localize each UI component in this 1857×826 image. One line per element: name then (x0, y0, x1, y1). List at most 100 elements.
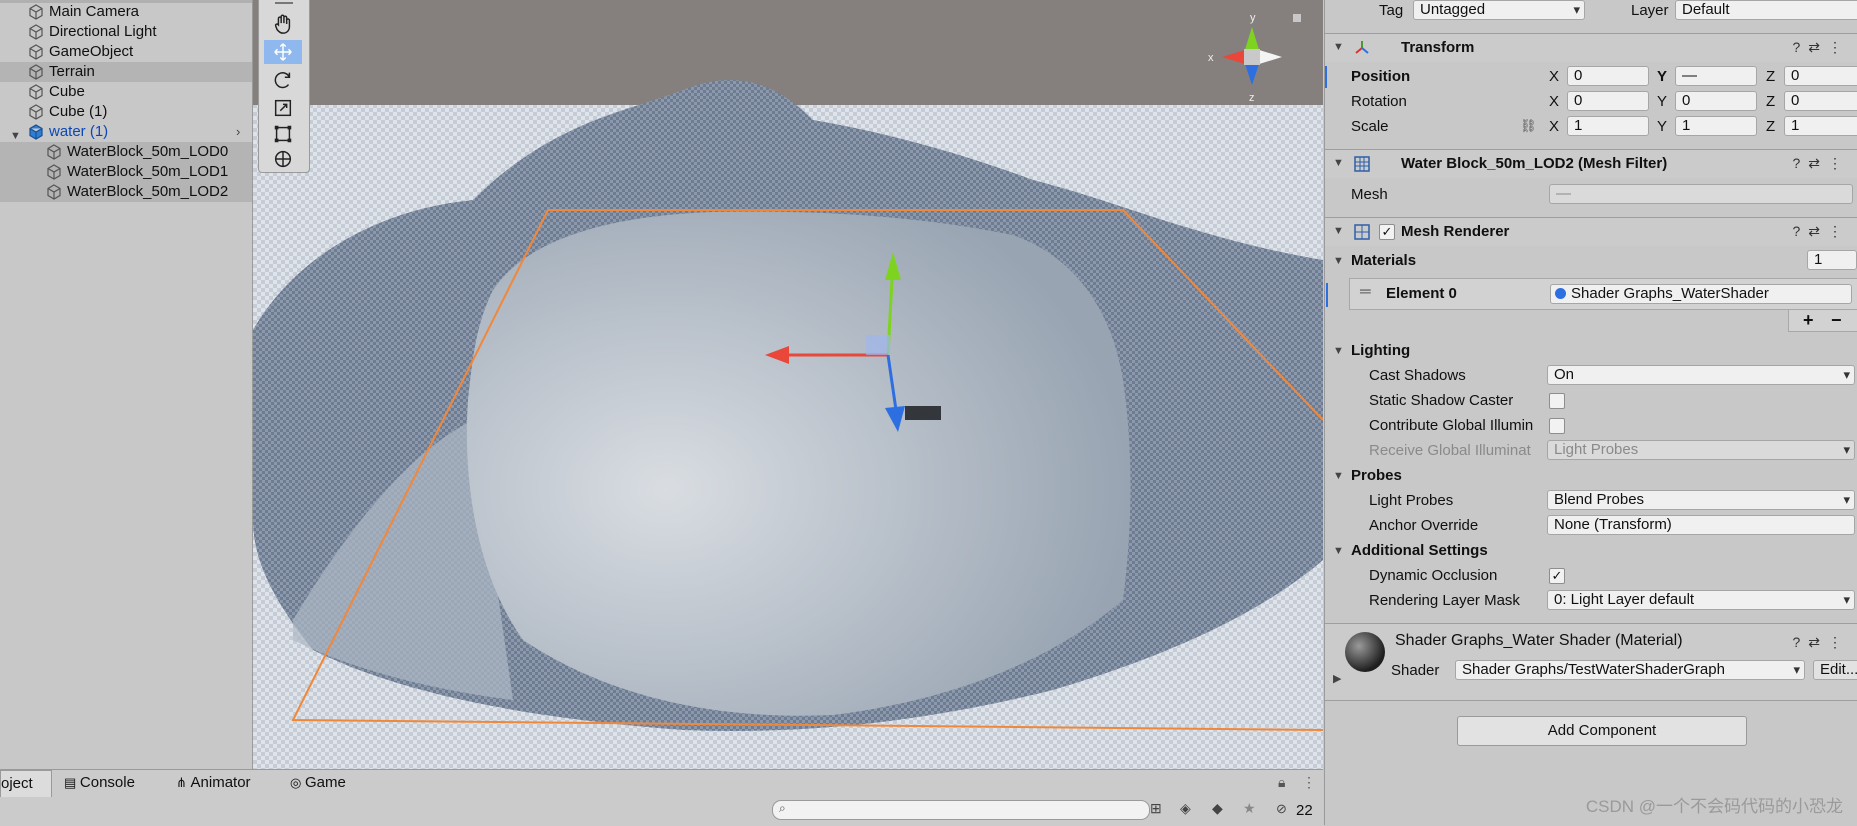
bottom-panel: oject ▤ Console ⋔ Animator ◎ Game 🔒︎ ⋮ ⌕… (0, 769, 1323, 826)
scale-tool[interactable] (264, 96, 302, 120)
rotate-tool[interactable] (264, 68, 302, 92)
panel-menu-icon[interactable]: ⋮ (1302, 774, 1316, 791)
label-icon[interactable]: ◆ (1212, 800, 1223, 817)
hierarchy-item[interactable]: Cube (0, 82, 252, 102)
hierarchy-item[interactable]: WaterBlock_50m_LOD0 (0, 142, 252, 162)
rotation-x-field[interactable]: 0 (1567, 91, 1649, 111)
collapse-triangle-icon[interactable]: ▼ (1333, 41, 1344, 53)
light-probes-label: Light Probes (1369, 492, 1454, 509)
scale-z-label[interactable]: Z (1766, 118, 1775, 135)
element-0-field[interactable]: Shader Graphs_WaterShader (1550, 284, 1852, 304)
component-header-icons[interactable]: ?⇄⋮ (1792, 223, 1850, 240)
search-by-type-icon[interactable]: ⊞ (1150, 800, 1162, 817)
rotation-z-field[interactable]: 0 (1784, 91, 1857, 111)
scene-render[interactable]: y x z (253, 0, 1323, 769)
hand-tool[interactable] (264, 12, 302, 36)
element-0-value: Shader Graphs_WaterShader (1571, 285, 1769, 302)
scale-x-field[interactable]: 1 (1567, 116, 1649, 136)
tag-dropdown[interactable]: Untagged (1413, 0, 1585, 20)
anchor-override-field[interactable]: None (Transform) (1547, 515, 1855, 535)
static-shadow-row: Static Shadow Caster (1325, 390, 1857, 414)
position-z-field[interactable]: 0 (1784, 66, 1857, 86)
tab-animator[interactable]: ⋔ Animator (176, 770, 266, 796)
rotation-y-label[interactable]: Y (1657, 93, 1667, 110)
gizmo-label-z: z (1249, 92, 1255, 104)
mesh-field[interactable]: — (1549, 184, 1853, 204)
favorite-star-icon[interactable]: ★ (1243, 800, 1256, 817)
hierarchy-item[interactable]: GameObject (0, 42, 252, 62)
collapse-triangle-icon[interactable]: ▼ (1333, 157, 1344, 169)
light-probes-dropdown[interactable]: Blend Probes (1547, 490, 1855, 510)
position-x-field[interactable]: 0 (1567, 66, 1649, 86)
tab-console[interactable]: ▤ Console (64, 770, 154, 796)
tab-project[interactable]: oject (0, 770, 52, 797)
rotation-z-label[interactable]: Z (1766, 93, 1775, 110)
hierarchy-item[interactable]: Cube (1) (0, 102, 252, 122)
hierarchy-item[interactable]: WaterBlock_50m_LOD2 (0, 182, 252, 202)
collapse-triangle-icon[interactable]: ▼ (1333, 225, 1344, 237)
rendering-layer-dropdown[interactable]: 0: Light Layer default (1547, 590, 1855, 610)
materials-count-field[interactable]: 1 (1807, 250, 1857, 270)
hierarchy-panel: Main Camera Directional Light GameObject Te… (0, 0, 253, 769)
expand-triangle-icon[interactable]: ▼ (1333, 345, 1344, 357)
mesh-renderer-enabled-checkbox[interactable]: ✓ (1379, 224, 1395, 240)
hierarchy-item[interactable]: ▼ water (1) › (0, 122, 252, 142)
cast-shadows-dropdown[interactable]: On (1547, 365, 1855, 385)
reorder-handle-icon[interactable]: ═ (1360, 283, 1371, 300)
scale-y-label[interactable]: Y (1657, 118, 1667, 135)
dynamic-occlusion-checkbox[interactable]: ✓ (1549, 568, 1565, 584)
position-x-label[interactable]: X (1549, 68, 1559, 85)
hierarchy-item[interactable]: Terrain (0, 62, 252, 82)
probes-foldout[interactable]: ▼ Probes (1325, 465, 1857, 489)
lock-icon[interactable]: 🔒︎ (1278, 774, 1285, 791)
materials-row[interactable]: ▼ Materials 1 (1325, 250, 1857, 274)
add-element-button[interactable]: + (1803, 310, 1814, 331)
lighting-foldout[interactable]: ▼ Lighting (1325, 340, 1857, 364)
position-z-label[interactable]: Z (1766, 68, 1775, 85)
remove-element-button[interactable]: − (1831, 310, 1842, 331)
scale-y-field[interactable]: 1 (1675, 116, 1757, 136)
shader-edit-button[interactable]: Edit... (1813, 660, 1857, 680)
hierarchy-item[interactable]: WaterBlock_50m_LOD1 (0, 162, 252, 182)
overlay-grip[interactable] (275, 2, 293, 4)
additional-settings-foldout[interactable]: ▼ Additional Settings (1325, 540, 1857, 564)
material-title: Shader Graphs_Water Shader (Material) (1395, 632, 1683, 649)
project-search-input[interactable]: ⌕ (772, 800, 1150, 820)
static-shadow-checkbox[interactable] (1549, 393, 1565, 409)
plane-handle[interactable] (866, 335, 890, 355)
rotation-x-label[interactable]: X (1549, 93, 1559, 110)
scale-z-field[interactable]: 1 (1784, 116, 1857, 136)
gameobject-cube-icon (29, 84, 43, 100)
expand-triangle-icon[interactable]: ▼ (1333, 545, 1344, 557)
material-header-icons[interactable]: ?⇄⋮ (1792, 634, 1850, 651)
scale-x-label[interactable]: X (1549, 118, 1559, 135)
rotation-y-field[interactable]: 0 (1675, 91, 1757, 111)
move-tool[interactable] (264, 40, 302, 64)
mesh-filter-header[interactable]: ▼ Water Block_50m_LOD2 (Mesh Filter) ?⇄⋮ (1325, 149, 1857, 178)
constrain-link-icon[interactable]: ⛓ (1520, 118, 1537, 134)
hierarchy-item[interactable]: Main Camera (0, 2, 252, 22)
filter-type-icon[interactable]: ◈ (1180, 800, 1191, 817)
layer-dropdown[interactable]: Default (1675, 0, 1857, 20)
position-y-label[interactable]: Y (1657, 68, 1667, 85)
transform-tool[interactable] (264, 147, 302, 171)
scene-view[interactable]: y x z (253, 0, 1323, 769)
camera-box (905, 406, 941, 420)
expand-triangle-icon[interactable]: ▶ (1333, 672, 1341, 685)
component-header-icons[interactable]: ?⇄⋮ (1792, 39, 1850, 56)
gizmo-lock-icon[interactable] (1293, 14, 1301, 22)
contribute-gi-checkbox[interactable] (1549, 418, 1565, 434)
mesh-renderer-header[interactable]: ▼ ✓ Mesh Renderer ?⇄⋮ (1325, 217, 1857, 246)
expand-triangle-icon[interactable]: ▼ (1333, 470, 1344, 482)
rect-tool[interactable] (264, 122, 302, 146)
transform-header[interactable]: ▼ Transform ?⇄⋮ (1325, 33, 1857, 62)
expand-triangle-icon[interactable]: ▼ (1333, 255, 1344, 267)
hidden-packages-icon[interactable]: ⊘ (1276, 801, 1287, 817)
shader-dropdown[interactable]: Shader Graphs/TestWaterShaderGraph (1455, 660, 1805, 680)
hierarchy-item[interactable]: Directional Light (0, 22, 252, 42)
tab-game[interactable]: ◎ Game (290, 770, 360, 796)
prefab-open-icon[interactable]: › (236, 122, 240, 142)
position-y-field[interactable]: — (1675, 66, 1757, 86)
add-component-button[interactable]: Add Component (1457, 716, 1747, 746)
component-header-icons[interactable]: ?⇄⋮ (1792, 155, 1850, 172)
